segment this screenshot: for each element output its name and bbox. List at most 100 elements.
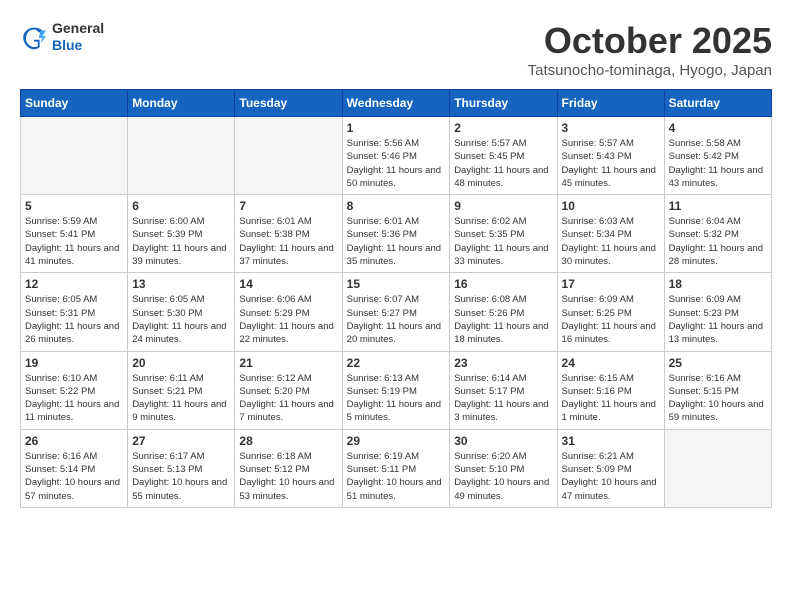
calendar-week-2: 5Sunrise: 5:59 AMSunset: 5:41 PMDaylight… xyxy=(21,195,772,273)
day-number: 24 xyxy=(562,356,660,370)
day-number: 20 xyxy=(132,356,230,370)
day-info: Sunrise: 6:00 AMSunset: 5:39 PMDaylight:… xyxy=(132,215,230,268)
day-info: Sunrise: 5:58 AMSunset: 5:42 PMDaylight:… xyxy=(669,137,767,190)
day-number: 19 xyxy=(25,356,123,370)
calendar-cell: 7Sunrise: 6:01 AMSunset: 5:38 PMDaylight… xyxy=(235,195,342,273)
day-number: 31 xyxy=(562,434,660,448)
day-number: 27 xyxy=(132,434,230,448)
day-number: 10 xyxy=(562,199,660,213)
day-number: 1 xyxy=(347,121,446,135)
day-number: 16 xyxy=(454,277,552,291)
day-info: Sunrise: 6:19 AMSunset: 5:11 PMDaylight:… xyxy=(347,450,446,503)
day-info: Sunrise: 6:02 AMSunset: 5:35 PMDaylight:… xyxy=(454,215,552,268)
calendar-cell: 23 Sunrise: 6:14 AMSunset: 5:17 PMDayligh… xyxy=(450,351,557,429)
day-info: Sunrise: 6:12 AMSunset: 5:20 PMDaylight:… xyxy=(239,372,337,425)
day-info: Sunrise: 5:57 AMSunset: 5:43 PMDaylight:… xyxy=(562,137,660,190)
calendar-week-1: 1 Sunrise: 5:56 AMSunset: 5:46 PMDaylight… xyxy=(21,117,772,195)
day-number: 5 xyxy=(25,199,123,213)
calendar-cell: 17 Sunrise: 6:09 AMSunset: 5:25 PMDayligh… xyxy=(557,273,664,351)
calendar-cell: 2 Sunrise: 5:57 AMSunset: 5:45 PMDaylight… xyxy=(450,117,557,195)
calendar-cell: 18 Sunrise: 6:09 AMSunset: 5:23 PMDayligh… xyxy=(664,273,771,351)
day-number: 14 xyxy=(239,277,337,291)
calendar-week-4: 19Sunrise: 6:10 AMSunset: 5:22 PMDayligh… xyxy=(21,351,772,429)
calendar-week-5: 26 Sunrise: 6:16 AMSunset: 5:14 PMDayligh… xyxy=(21,429,772,507)
day-number: 23 xyxy=(454,356,552,370)
calendar-cell xyxy=(128,117,235,195)
calendar-cell xyxy=(235,117,342,195)
col-saturday: Saturday xyxy=(664,90,771,117)
day-info: Sunrise: 6:11 AMSunset: 5:21 PMDaylight:… xyxy=(132,372,230,425)
calendar-cell: 15Sunrise: 6:07 AMSunset: 5:27 PMDayligh… xyxy=(342,273,450,351)
day-number: 9 xyxy=(454,199,552,213)
calendar-cell: 9 Sunrise: 6:02 AMSunset: 5:35 PMDaylight… xyxy=(450,195,557,273)
day-info: Sunrise: 6:09 AMSunset: 5:23 PMDaylight:… xyxy=(669,293,767,346)
calendar-cell: 28Sunrise: 6:18 AMSunset: 5:12 PMDayligh… xyxy=(235,429,342,507)
title-block: October 2025 Tatsunocho-tominaga, Hyogo,… xyxy=(528,20,772,79)
day-info: Sunrise: 6:01 AMSunset: 5:36 PMDaylight:… xyxy=(347,215,446,268)
calendar-cell: 10 Sunrise: 6:03 AMSunset: 5:34 PMDayligh… xyxy=(557,195,664,273)
day-info: Sunrise: 6:06 AMSunset: 5:29 PMDaylight:… xyxy=(239,293,337,346)
day-info: Sunrise: 5:56 AMSunset: 5:46 PMDaylight:… xyxy=(347,137,446,190)
day-number: 29 xyxy=(347,434,446,448)
day-number: 6 xyxy=(132,199,230,213)
calendar-cell: 30 Sunrise: 6:20 AMSunset: 5:10 PMDayligh… xyxy=(450,429,557,507)
calendar-cell: 1 Sunrise: 5:56 AMSunset: 5:46 PMDaylight… xyxy=(342,117,450,195)
calendar-cell: 26 Sunrise: 6:16 AMSunset: 5:14 PMDayligh… xyxy=(21,429,128,507)
calendar-cell: 6 Sunrise: 6:00 AMSunset: 5:39 PMDaylight… xyxy=(128,195,235,273)
calendar-cell: 25 Sunrise: 6:16 AMSunset: 5:15 PMDayligh… xyxy=(664,351,771,429)
calendar-cell: 21 Sunrise: 6:12 AMSunset: 5:20 PMDayligh… xyxy=(235,351,342,429)
calendar-cell: 16 Sunrise: 6:08 AMSunset: 5:26 PMDayligh… xyxy=(450,273,557,351)
logo-icon xyxy=(20,23,48,51)
day-info: Sunrise: 6:17 AMSunset: 5:13 PMDaylight:… xyxy=(132,450,230,503)
col-friday: Friday xyxy=(557,90,664,117)
day-number: 21 xyxy=(239,356,337,370)
day-info: Sunrise: 6:15 AMSunset: 5:16 PMDaylight:… xyxy=(562,372,660,425)
logo-blue-text: Blue xyxy=(52,37,104,54)
calendar-cell xyxy=(21,117,128,195)
day-info: Sunrise: 6:05 AMSunset: 5:31 PMDaylight:… xyxy=(25,293,123,346)
day-number: 4 xyxy=(669,121,767,135)
calendar-cell: 11Sunrise: 6:04 AMSunset: 5:32 PMDayligh… xyxy=(664,195,771,273)
day-info: Sunrise: 6:08 AMSunset: 5:26 PMDaylight:… xyxy=(454,293,552,346)
page-header: General Blue October 2025 Tatsunocho-tom… xyxy=(20,20,772,79)
day-number: 13 xyxy=(132,277,230,291)
calendar-week-3: 12 Sunrise: 6:05 AMSunset: 5:31 PMDayligh… xyxy=(21,273,772,351)
day-info: Sunrise: 6:14 AMSunset: 5:17 PMDaylight:… xyxy=(454,372,552,425)
calendar-cell: 8 Sunrise: 6:01 AMSunset: 5:36 PMDaylight… xyxy=(342,195,450,273)
calendar-cell: 13 Sunrise: 6:05 AMSunset: 5:30 PMDayligh… xyxy=(128,273,235,351)
calendar-cell: 3 Sunrise: 5:57 AMSunset: 5:43 PMDaylight… xyxy=(557,117,664,195)
col-thursday: Thursday xyxy=(450,90,557,117)
day-number: 17 xyxy=(562,277,660,291)
day-info: Sunrise: 6:03 AMSunset: 5:34 PMDaylight:… xyxy=(562,215,660,268)
day-info: Sunrise: 6:16 AMSunset: 5:15 PMDaylight:… xyxy=(669,372,767,425)
calendar-cell: 12 Sunrise: 6:05 AMSunset: 5:31 PMDayligh… xyxy=(21,273,128,351)
day-number: 30 xyxy=(454,434,552,448)
calendar-cell: 29 Sunrise: 6:19 AMSunset: 5:11 PMDayligh… xyxy=(342,429,450,507)
location: Tatsunocho-tominaga, Hyogo, Japan xyxy=(528,62,772,79)
day-number: 12 xyxy=(25,277,123,291)
day-number: 7 xyxy=(239,199,337,213)
calendar-cell: 20 Sunrise: 6:11 AMSunset: 5:21 PMDayligh… xyxy=(128,351,235,429)
calendar-header-row: Sunday Monday Tuesday Wednesday Thursday… xyxy=(21,90,772,117)
day-number: 26 xyxy=(25,434,123,448)
day-number: 2 xyxy=(454,121,552,135)
day-number: 8 xyxy=(347,199,446,213)
calendar-cell: 31 Sunrise: 6:21 AMSunset: 5:09 PMDayligh… xyxy=(557,429,664,507)
calendar-cell: 5Sunrise: 5:59 AMSunset: 5:41 PMDaylight… xyxy=(21,195,128,273)
day-info: Sunrise: 6:05 AMSunset: 5:30 PMDaylight:… xyxy=(132,293,230,346)
day-info: Sunrise: 6:09 AMSunset: 5:25 PMDaylight:… xyxy=(562,293,660,346)
day-number: 22 xyxy=(347,356,446,370)
day-info: Sunrise: 6:21 AMSunset: 5:09 PMDaylight:… xyxy=(562,450,660,503)
day-number: 18 xyxy=(669,277,767,291)
day-number: 28 xyxy=(239,434,337,448)
day-info: Sunrise: 6:16 AMSunset: 5:14 PMDaylight:… xyxy=(25,450,123,503)
month-title: October 2025 xyxy=(528,20,772,62)
col-sunday: Sunday xyxy=(21,90,128,117)
col-tuesday: Tuesday xyxy=(235,90,342,117)
day-number: 3 xyxy=(562,121,660,135)
day-info: Sunrise: 5:57 AMSunset: 5:45 PMDaylight:… xyxy=(454,137,552,190)
day-number: 25 xyxy=(669,356,767,370)
calendar-cell: 24 Sunrise: 6:15 AMSunset: 5:16 PMDayligh… xyxy=(557,351,664,429)
col-wednesday: Wednesday xyxy=(342,90,450,117)
day-info: Sunrise: 6:20 AMSunset: 5:10 PMDaylight:… xyxy=(454,450,552,503)
